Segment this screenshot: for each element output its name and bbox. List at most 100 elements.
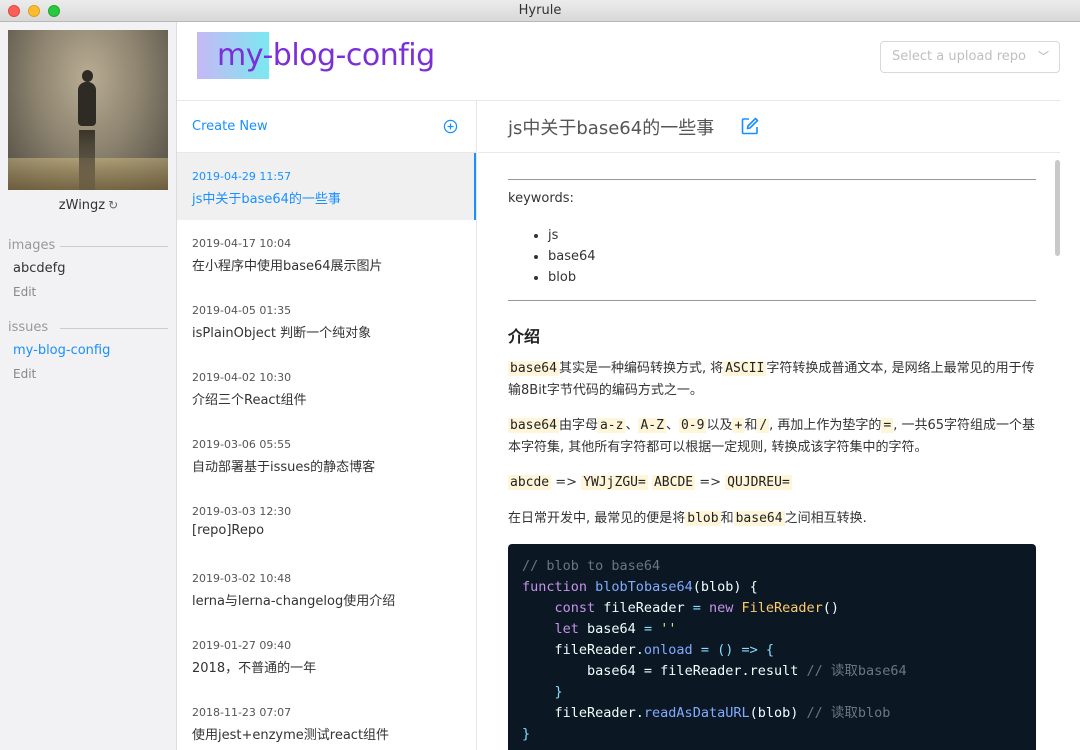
post-item[interactable]: 2019-04-29 11:57 js中关于base64的一些事 — [177, 153, 476, 220]
post-title: 使用jest+enzyme测试react组件 — [192, 728, 390, 743]
code-token: function — [522, 579, 588, 595]
close-window-button[interactable] — [8, 5, 20, 17]
post-date: 2019-04-05 01:35 — [192, 304, 292, 317]
avatar — [8, 30, 168, 190]
code-token: '' — [660, 621, 677, 637]
text: 和 — [744, 418, 758, 433]
divider — [60, 246, 168, 247]
post-item[interactable]: 2018-11-23 07:07 使用jest+enzyme测试react组件 — [177, 689, 476, 750]
code-token: (blob) { — [692, 579, 758, 595]
code-token: FileReader — [741, 600, 823, 616]
code-token: fileReader — [603, 600, 685, 616]
scrollbar-thumb[interactable] — [1055, 160, 1060, 256]
post-list: Create New 2019-04-29 11:57 js中关于base64的… — [177, 101, 477, 750]
text: 由字母 — [558, 418, 598, 433]
code-token: onload — [643, 642, 693, 658]
keyword-item: base64 — [548, 246, 596, 267]
post-item[interactable]: 2019-04-02 10:30 介绍三个React组件 — [177, 354, 476, 421]
divider — [508, 300, 1036, 301]
post-title: lerna与lerna-changelog使用介绍 — [192, 594, 396, 609]
text: => — [551, 475, 582, 490]
text: , 再加上作为垫字的 — [769, 418, 882, 433]
sidebar-item-abcdefg[interactable]: abcdefg — [13, 261, 65, 276]
create-new-button[interactable]: Create New — [192, 119, 268, 134]
post-title: 自动部署基于issues的静态博客 — [192, 460, 376, 475]
window-titlebar: Hyrule — [0, 0, 1080, 22]
post-item[interactable]: 2019-01-27 09:40 2018，不普通的一年 — [177, 622, 476, 689]
post-item[interactable]: 2019-04-17 10:04 在小程序中使用base64展示图片 — [177, 220, 476, 287]
post-title: 在小程序中使用base64展示图片 — [192, 259, 383, 274]
article-body: keywords: js base64 blob 介绍 base64其实是一种编… — [478, 153, 1060, 750]
code-token: (blob) — [749, 705, 807, 721]
repo-title-block: my-blog-config — [197, 32, 435, 79]
divider — [60, 328, 168, 329]
post-title: js中关于base64的一些事 — [192, 192, 341, 207]
images-section-label: images — [8, 238, 56, 253]
section-heading: 介绍 — [508, 327, 541, 346]
post-item[interactable]: 2019-03-02 10:48 lerna与lerna-changelog使用… — [177, 555, 476, 622]
window-title: Hyrule — [518, 3, 562, 18]
post-date: 2019-03-03 12:30 — [192, 505, 292, 518]
chevron-down-icon: ﹀ — [1038, 50, 1049, 63]
text: 和 — [720, 511, 734, 526]
create-new-row[interactable]: Create New — [177, 101, 476, 153]
code-token: = () => { — [692, 642, 774, 658]
upload-repo-select[interactable]: Select a upload repo ﹀ — [880, 41, 1060, 73]
inline-code: YWJjZGU= — [581, 475, 648, 490]
edit-icon[interactable] — [740, 116, 760, 136]
post-date: 2019-04-17 10:04 — [192, 237, 292, 250]
minimize-window-button[interactable] — [28, 5, 40, 17]
code-token: new — [708, 600, 734, 616]
text: => — [695, 475, 726, 490]
code-token: fileReader. — [554, 705, 644, 721]
article-title: js中关于base64的一些事 — [508, 118, 715, 139]
post-date: 2019-04-29 11:57 — [192, 170, 292, 183]
paragraph: abcde => YWJjZGU= ABCDE => QUJDREU= — [508, 472, 1036, 494]
post-item[interactable]: 2019-04-05 01:35 isPlainObject 判断一个纯对象 — [177, 287, 476, 354]
maximize-window-button[interactable] — [48, 5, 60, 17]
code-token: let — [554, 621, 579, 637]
paragraph: 在日常开发中, 最常见的便是将 blob 和 base64 之间相互转换. — [508, 508, 1036, 530]
code-comment: // 读取base64 — [806, 663, 907, 679]
issues-section-label: issues — [8, 320, 49, 335]
username: zWingz ↻ — [0, 198, 177, 213]
post-item[interactable]: 2019-03-03 12:30 [repo]Repo — [177, 488, 476, 555]
post-title: [repo]Repo — [192, 523, 265, 538]
code-token: } — [554, 684, 563, 700]
post-title: isPlainObject 判断一个纯对象 — [192, 326, 372, 341]
inline-code: base64 — [733, 511, 785, 526]
code-token: readAsDataURL — [643, 705, 750, 721]
article-header: js中关于base64的一些事 — [478, 101, 1060, 153]
paragraph: base64 由字母 a-z、 A-Z、 0-9 以及 + 和 /, 再加上作为垫字的 =, 一共… — [508, 415, 1036, 459]
post-date: 2019-03-06 05:55 — [192, 438, 292, 451]
post-item[interactable]: 2019-03-06 05:55 自动部署基于issues的静态博客 — [177, 421, 476, 488]
post-date: 2019-01-27 09:40 — [192, 639, 292, 652]
keywords-list: js base64 blob — [548, 225, 596, 288]
sidebar-item-my-blog-config[interactable]: my-blog-config — [13, 343, 110, 358]
code-token: = — [635, 621, 661, 637]
inline-code: = — [881, 418, 894, 433]
repo-title: my-blog-config — [217, 38, 435, 73]
post-title: 2018，不普通的一年 — [192, 661, 317, 676]
divider — [508, 179, 1036, 180]
text: 之间相互转换. — [784, 511, 867, 526]
inline-code: QUJDREU= — [725, 475, 792, 490]
refresh-icon[interactable]: ↻ — [108, 198, 118, 212]
text: 、 — [625, 418, 639, 433]
code-token: fileReader. — [554, 642, 644, 658]
text: 在日常开发中, 最常见的便是将 — [508, 511, 686, 526]
edit-issues-link[interactable]: Edit — [13, 367, 36, 381]
post-title: 介绍三个React组件 — [192, 393, 307, 408]
inline-code: base64 — [508, 361, 559, 376]
inline-code: abcde — [508, 475, 552, 490]
inline-code: + — [732, 418, 745, 433]
inline-code: a-z — [597, 418, 626, 433]
keyword-item: js — [548, 225, 596, 246]
edit-images-link[interactable]: Edit — [13, 285, 36, 299]
add-circle-icon[interactable] — [443, 119, 458, 134]
text: 其实是一种编码转换方式, 将 — [558, 361, 724, 376]
code-token: () — [822, 600, 840, 616]
inline-code: blob — [685, 511, 721, 526]
inline-code: base64 — [508, 418, 559, 433]
text: 以及 — [706, 418, 733, 433]
